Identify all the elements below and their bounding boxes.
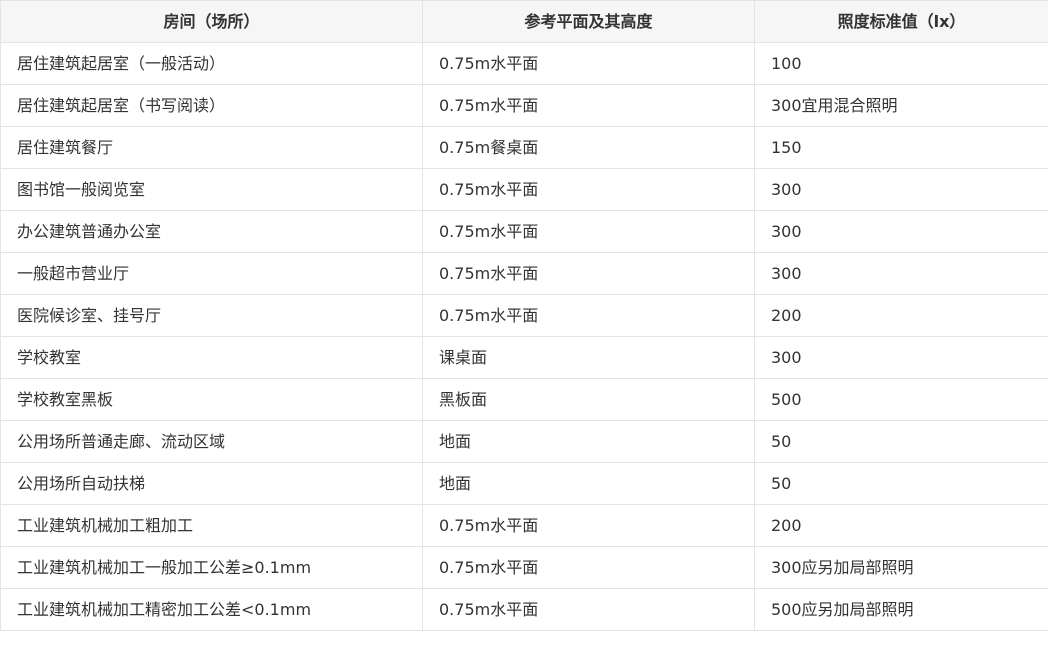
cell-room: 公用场所自动扶梯: [0, 462, 423, 505]
table-row: 工业建筑机械加工精密加工公差<0.1mm 0.75m水平面 500应另加局部照明: [0, 588, 1048, 631]
cell-reference-plane: 0.75m水平面: [422, 504, 755, 547]
cell-illuminance: 100: [754, 42, 1048, 85]
table-body: 居住建筑起居室（一般活动） 0.75m水平面 100 居住建筑起居室（书写阅读）…: [0, 42, 1048, 631]
cell-illuminance: 300: [754, 168, 1048, 211]
cell-reference-plane: 0.75m水平面: [422, 84, 755, 127]
cell-reference-plane: 0.75m水平面: [422, 168, 755, 211]
header-reference-plane: 参考平面及其高度: [422, 0, 755, 43]
cell-illuminance: 300: [754, 210, 1048, 253]
header-illuminance: 照度标准值（lx）: [754, 0, 1048, 43]
table-row: 学校教室 课桌面 300: [0, 336, 1048, 379]
cell-room: 学校教室: [0, 336, 423, 379]
header-room: 房间（场所）: [0, 0, 423, 43]
table-row: 医院候诊室、挂号厅 0.75m水平面 200: [0, 294, 1048, 337]
cell-reference-plane: 0.75m水平面: [422, 252, 755, 295]
table-row: 公用场所普通走廊、流动区域 地面 50: [0, 420, 1048, 463]
cell-illuminance: 300应另加局部照明: [754, 546, 1048, 589]
cell-illuminance: 300宜用混合照明: [754, 84, 1048, 127]
cell-room: 居住建筑起居室（书写阅读）: [0, 84, 423, 127]
table-row: 公用场所自动扶梯 地面 50: [0, 462, 1048, 505]
cell-reference-plane: 地面: [422, 420, 755, 463]
cell-room: 工业建筑机械加工精密加工公差<0.1mm: [0, 588, 423, 631]
table-row: 居住建筑起居室（一般活动） 0.75m水平面 100: [0, 42, 1048, 85]
cell-illuminance: 300: [754, 252, 1048, 295]
cell-room: 学校教室黑板: [0, 378, 423, 421]
table-row: 居住建筑起居室（书写阅读） 0.75m水平面 300宜用混合照明: [0, 84, 1048, 127]
cell-reference-plane: 0.75m水平面: [422, 546, 755, 589]
cell-illuminance: 500: [754, 378, 1048, 421]
cell-illuminance: 200: [754, 294, 1048, 337]
cell-illuminance: 300: [754, 336, 1048, 379]
cell-room: 工业建筑机械加工粗加工: [0, 504, 423, 547]
cell-reference-plane: 0.75m餐桌面: [422, 126, 755, 169]
cell-room: 居住建筑起居室（一般活动）: [0, 42, 423, 85]
cell-reference-plane: 黑板面: [422, 378, 755, 421]
cell-room: 工业建筑机械加工一般加工公差≥0.1mm: [0, 546, 423, 589]
cell-illuminance: 50: [754, 462, 1048, 505]
table-header: 房间（场所） 参考平面及其高度 照度标准值（lx）: [0, 0, 1048, 43]
table-row: 图书馆一般阅览室 0.75m水平面 300: [0, 168, 1048, 211]
table-row: 学校教室黑板 黑板面 500: [0, 378, 1048, 421]
cell-reference-plane: 0.75m水平面: [422, 42, 755, 85]
cell-illuminance: 50: [754, 420, 1048, 463]
cell-illuminance: 200: [754, 504, 1048, 547]
cell-room: 办公建筑普通办公室: [0, 210, 423, 253]
cell-room: 公用场所普通走廊、流动区域: [0, 420, 423, 463]
cell-room: 图书馆一般阅览室: [0, 168, 423, 211]
cell-illuminance: 150: [754, 126, 1048, 169]
cell-reference-plane: 课桌面: [422, 336, 755, 379]
cell-room: 一般超市营业厅: [0, 252, 423, 295]
cell-room: 居住建筑餐厅: [0, 126, 423, 169]
cell-reference-plane: 0.75m水平面: [422, 588, 755, 631]
table-row: 办公建筑普通办公室 0.75m水平面 300: [0, 210, 1048, 253]
cell-illuminance: 500应另加局部照明: [754, 588, 1048, 631]
cell-room: 医院候诊室、挂号厅: [0, 294, 423, 337]
table-row: 工业建筑机械加工粗加工 0.75m水平面 200: [0, 504, 1048, 547]
table-row: 一般超市营业厅 0.75m水平面 300: [0, 252, 1048, 295]
cell-reference-plane: 地面: [422, 462, 755, 505]
illuminance-standard-table: 房间（场所） 参考平面及其高度 照度标准值（lx） 居住建筑起居室（一般活动） …: [0, 0, 1048, 631]
table-row: 工业建筑机械加工一般加工公差≥0.1mm 0.75m水平面 300应另加局部照明: [0, 546, 1048, 589]
cell-reference-plane: 0.75m水平面: [422, 294, 755, 337]
header-row: 房间（场所） 参考平面及其高度 照度标准值（lx）: [0, 0, 1048, 43]
cell-reference-plane: 0.75m水平面: [422, 210, 755, 253]
table-row: 居住建筑餐厅 0.75m餐桌面 150: [0, 126, 1048, 169]
